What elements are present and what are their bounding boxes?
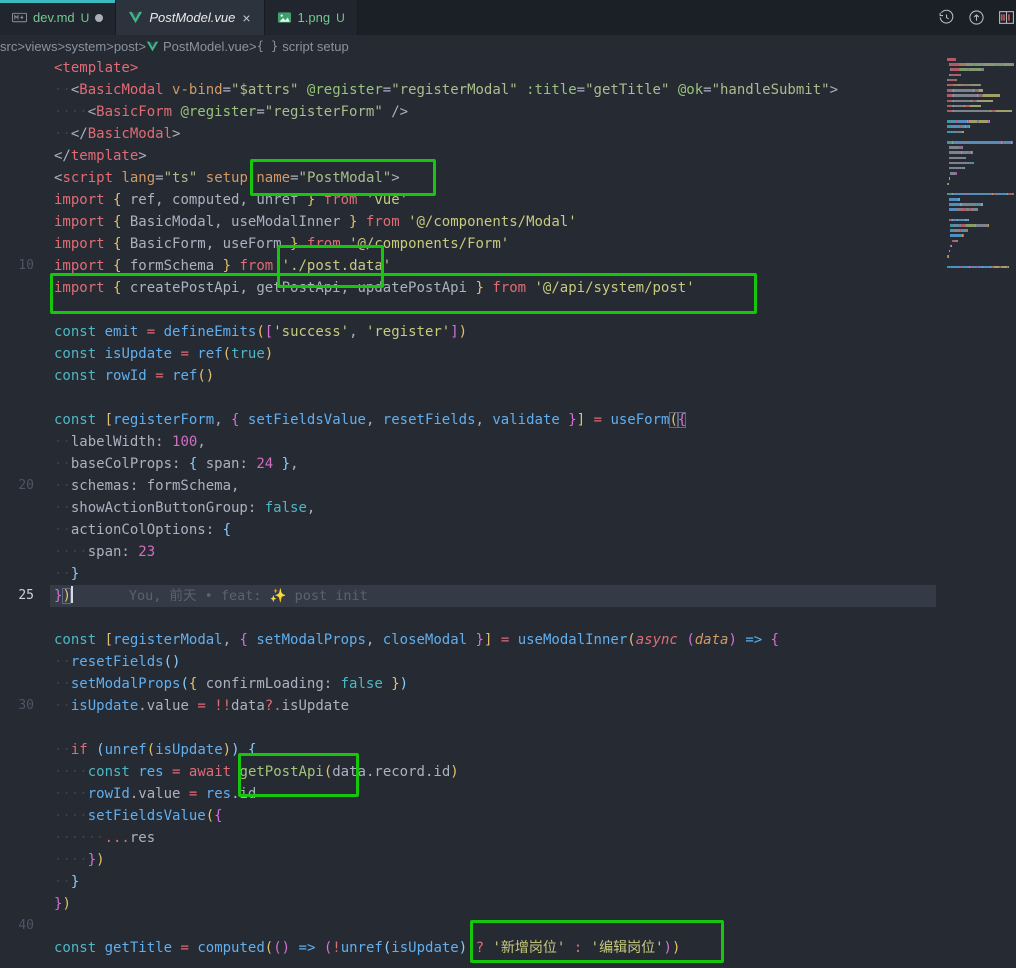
- tab-dev.md[interactable]: dev.md U: [0, 0, 116, 35]
- breadcrumb-separator: >: [138, 39, 146, 54]
- git-status-badge: U: [81, 11, 90, 25]
- code-line-26[interactable]: [0, 607, 1016, 629]
- breadcrumb-item-views[interactable]: views: [25, 39, 58, 54]
- code-line-29[interactable]: ··setModalProps({ confirmLoading: false …: [0, 673, 1016, 695]
- highlight-box-get-post-api-call: [238, 753, 359, 797]
- code-line-18[interactable]: ··labelWidth: 100,: [0, 431, 1016, 453]
- code-line-33[interactable]: ····const res = await getPostApi(data.re…: [0, 761, 1016, 783]
- split-editor-icon[interactable]: [998, 9, 1015, 26]
- breadcrumb-separator: >: [17, 39, 25, 54]
- braces-icon: { }: [257, 39, 279, 53]
- highlight-box-title-ternary: [470, 920, 724, 963]
- code-line-24[interactable]: ··}: [0, 563, 1016, 585]
- code-line-34[interactable]: ····rowId.value = res.id: [0, 783, 1016, 805]
- highlight-box-script-name-postmodal: [250, 159, 436, 196]
- tab-label: PostModel.vue: [149, 10, 235, 25]
- code-line-6[interactable]: <script lang="ts" setup name="PostModal"…: [0, 167, 1016, 189]
- code-line-7[interactable]: import { ref, computed, unref } from 'vu…: [0, 189, 1016, 211]
- code-line-15[interactable]: const rowId = ref(): [0, 365, 1016, 387]
- breadcrumb-item-post[interactable]: post: [114, 39, 139, 54]
- code-line-32[interactable]: ··if (unref(isUpdate)) {: [0, 739, 1016, 761]
- vue-icon: [128, 10, 143, 25]
- tab-label: 1.png: [298, 10, 331, 25]
- code-line-22[interactable]: ··actionColOptions: {: [0, 519, 1016, 541]
- breadcrumb: src>views>system>post>PostModel.vue>{ }s…: [0, 35, 1016, 57]
- code-line-3[interactable]: ····<BasicForm @register="registerForm" …: [0, 101, 1016, 123]
- code-line-30[interactable]: 30··isUpdate.value = !!data?.isUpdate: [0, 695, 1016, 717]
- code-line-13[interactable]: const emit = defineEmits(['success', 're…: [0, 321, 1016, 343]
- code-line-2[interactable]: ··<BasicModal v-bind="$attrs" @register=…: [0, 79, 1016, 101]
- code-editor[interactable]: <template>··<BasicModal v-bind="$attrs" …: [0, 57, 1016, 968]
- code-line-4[interactable]: ··</BasicModal>: [0, 123, 1016, 145]
- timeline-icon[interactable]: [938, 9, 955, 26]
- line-number: 20: [0, 475, 34, 497]
- breadcrumb-item-PostModel.vue[interactable]: PostModel.vue: [146, 39, 249, 54]
- tab-bar: dev.md U PostModel.vue × 1.png U: [0, 0, 1016, 35]
- code-lines: <template>··<BasicModal v-bind="$attrs" …: [0, 57, 1016, 959]
- dirty-indicator-icon: [95, 14, 103, 22]
- line-number: 30: [0, 695, 34, 717]
- breadcrumb-separator: >: [249, 39, 257, 54]
- image-icon: [277, 10, 292, 25]
- code-line-14[interactable]: const isUpdate = ref(true): [0, 343, 1016, 365]
- markdown-icon: [12, 10, 27, 25]
- git-status-badge: U: [336, 11, 345, 25]
- run-icon[interactable]: [968, 9, 985, 26]
- code-line-20[interactable]: 20··schemas: formSchema,: [0, 475, 1016, 497]
- breadcrumb-item-script-setup[interactable]: { }script setup: [257, 39, 349, 54]
- code-line-37[interactable]: ····}): [0, 849, 1016, 871]
- code-line-39[interactable]: }): [0, 893, 1016, 915]
- text-cursor: [71, 586, 73, 603]
- vue-icon: [146, 40, 159, 53]
- breadcrumb-item-src[interactable]: src: [0, 39, 17, 54]
- code-line-36[interactable]: ······...res: [0, 827, 1016, 849]
- highlight-box-api-import-line: [50, 273, 757, 314]
- line-number: 25: [0, 585, 34, 607]
- code-line-23[interactable]: ····span: 23: [0, 541, 1016, 563]
- minimap[interactable]: [947, 58, 1014, 271]
- code-line-9[interactable]: import { BasicForm, useForm } from '@/co…: [0, 233, 1016, 255]
- code-line-5[interactable]: </template>: [0, 145, 1016, 167]
- git-blame-annotation: You, 前天 • feat: ✨ post init: [129, 588, 368, 604]
- breadcrumb-item-system[interactable]: system: [65, 39, 106, 54]
- tab-PostModel.vue[interactable]: PostModel.vue ×: [116, 0, 264, 35]
- breadcrumb-separator: >: [106, 39, 114, 54]
- line-number: 10: [0, 255, 34, 277]
- code-line-19[interactable]: ··baseColProps: { span: 24 },: [0, 453, 1016, 475]
- code-line-16[interactable]: [0, 387, 1016, 409]
- code-line-25[interactable]: 25})You, 前天 • feat: ✨ post init: [0, 585, 1016, 607]
- code-line-31[interactable]: [0, 717, 1016, 739]
- code-line-17[interactable]: const [registerForm, { setFieldsValue, r…: [0, 409, 1016, 431]
- vscode-window: dev.mdUPostModel.vue×1.pngU src>views>sy…: [0, 0, 1016, 968]
- code-line-35[interactable]: ····setFieldsValue({: [0, 805, 1016, 827]
- code-line-1[interactable]: <template>: [0, 57, 1016, 79]
- line-number: 40: [0, 915, 34, 937]
- editor-actions: [938, 0, 1016, 35]
- breadcrumb-separator: >: [57, 39, 65, 54]
- code-line-27[interactable]: const [registerModal, { setModalProps, c…: [0, 629, 1016, 651]
- code-line-28[interactable]: ··resetFields(): [0, 651, 1016, 673]
- code-line-21[interactable]: ··showActionButtonGroup: false,: [0, 497, 1016, 519]
- code-line-8[interactable]: import { BasicModal, useModalInner } fro…: [0, 211, 1016, 233]
- code-line-38[interactable]: ··}: [0, 871, 1016, 893]
- tab-label: dev.md: [33, 10, 75, 25]
- tab-1.png[interactable]: 1.png U: [265, 0, 358, 35]
- close-icon[interactable]: ×: [241, 10, 251, 26]
